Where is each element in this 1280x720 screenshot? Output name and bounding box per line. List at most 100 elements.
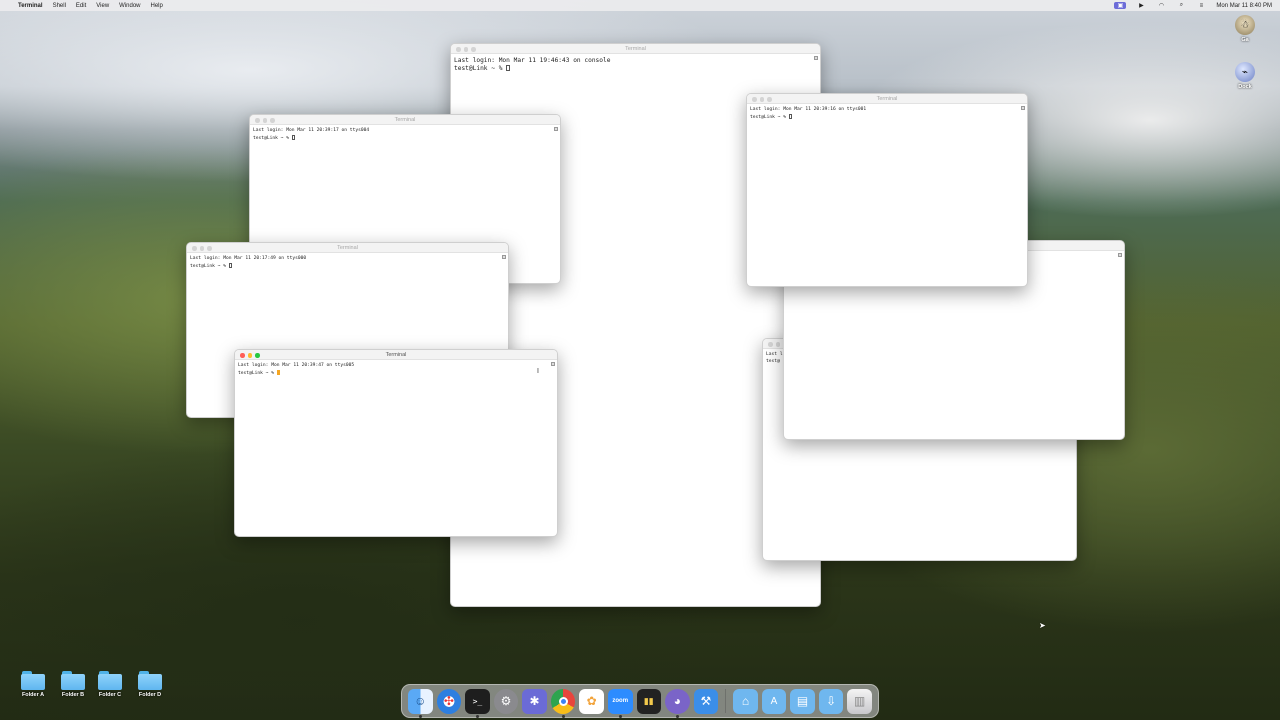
window-titlebar[interactable]: Terminal bbox=[250, 115, 560, 125]
menu-view[interactable]: View bbox=[96, 3, 109, 9]
minimize-icon[interactable] bbox=[775, 342, 780, 347]
menu-edit[interactable]: Edit bbox=[76, 3, 86, 9]
desktop-folder-a[interactable]: Folder A bbox=[13, 671, 53, 698]
folder-label: Folder D bbox=[138, 692, 162, 698]
terminal-output[interactable]: Last login: Mon Mar 11 20:39:17 on ttys0… bbox=[250, 125, 560, 145]
folder-label: Folder A bbox=[21, 692, 45, 698]
window-titlebar[interactable]: Terminal bbox=[235, 350, 557, 360]
terminal-cursor bbox=[506, 65, 511, 71]
close-icon[interactable] bbox=[255, 118, 260, 123]
desktop-folder-b[interactable]: Folder B bbox=[53, 671, 93, 698]
scroll-indicator[interactable] bbox=[1021, 106, 1025, 110]
minimize-icon[interactable] bbox=[262, 118, 267, 123]
screen-mirroring-icon[interactable]: ▣ bbox=[1114, 2, 1127, 9]
zoom-icon[interactable]: zoom bbox=[607, 688, 633, 718]
menu-help[interactable]: Help bbox=[151, 3, 163, 9]
menu-clock[interactable]: Mon Mar 11 8:40 PM bbox=[1216, 3, 1272, 9]
wifi-icon[interactable]: ◠ bbox=[1156, 2, 1166, 9]
photos-icon[interactable]: ✿ bbox=[579, 688, 604, 714]
close-icon[interactable] bbox=[456, 47, 461, 52]
trash-icon[interactable]: ▥ bbox=[847, 688, 872, 714]
media-icon[interactable]: ▶ bbox=[1136, 2, 1146, 9]
close-icon[interactable] bbox=[240, 353, 245, 358]
ibeam-cursor-icon: I bbox=[537, 368, 539, 375]
zoom-icon[interactable] bbox=[207, 246, 212, 251]
scroll-indicator[interactable] bbox=[814, 56, 818, 60]
desktop-item-label: Dock bbox=[1238, 84, 1252, 90]
documents-folder-icon[interactable]: ▤ bbox=[790, 688, 815, 714]
terminal-output[interactable]: Last login: Mon Mar 11 20:17:49 on ttys0… bbox=[187, 253, 508, 273]
chrome-icon[interactable] bbox=[550, 688, 576, 718]
close-icon[interactable] bbox=[752, 97, 757, 102]
close-icon[interactable] bbox=[768, 342, 773, 347]
scroll-indicator[interactable] bbox=[502, 255, 506, 259]
last-login-line: Last login: Mon Mar 11 19:46:43 on conso… bbox=[454, 57, 611, 64]
xcode-icon[interactable]: ⚒ bbox=[693, 688, 719, 714]
desktop-folder-d[interactable]: Folder D bbox=[130, 671, 170, 698]
safari-icon[interactable]: ✣ bbox=[436, 688, 462, 714]
terminal-cursor bbox=[291, 134, 295, 140]
dock: ☺ ✣ >_ ⚙ ✱ ✿ zoom ▮▮ ◕ ⚒ ⌂ A ▤ ⇩ ▥ bbox=[401, 684, 879, 718]
scroll-indicator[interactable] bbox=[554, 127, 558, 131]
disk-icon: ⌁ bbox=[1235, 62, 1255, 82]
audio-icon[interactable]: ▮▮ bbox=[636, 688, 662, 714]
folder-icon bbox=[138, 671, 162, 690]
window-title: Terminal bbox=[337, 244, 358, 251]
folder-label: Folder B bbox=[61, 692, 85, 698]
search-icon[interactable]: ⌕ bbox=[1176, 2, 1186, 9]
applications-folder-icon[interactable]: A bbox=[761, 688, 787, 714]
terminal-output[interactable]: Last login: Mon Mar 11 19:46:43 on conso… bbox=[451, 54, 820, 76]
minimize-icon[interactable] bbox=[463, 47, 468, 52]
terminal-window-ttys001[interactable]: Terminal Last login: Mon Mar 11 20:39:16… bbox=[746, 93, 1028, 287]
zoom-icon[interactable] bbox=[767, 97, 772, 102]
window-title: Terminal bbox=[625, 45, 646, 52]
terminal-cursor bbox=[228, 262, 232, 268]
desktop-folder-c[interactable]: Folder C bbox=[90, 671, 130, 698]
terminal-cursor bbox=[788, 113, 792, 119]
folder-icon bbox=[98, 671, 122, 690]
window-titlebar[interactable]: Terminal bbox=[451, 44, 820, 54]
terminal-window-ttys005[interactable]: Terminal Last login: Mon Mar 11 20:39:47… bbox=[234, 349, 558, 537]
prompt-line: test@Link ~ % bbox=[253, 135, 292, 141]
window-titlebar[interactable]: Terminal bbox=[187, 243, 508, 253]
terminal-output[interactable]: Last login: Mon Mar 11 20:39:47 on ttys0… bbox=[235, 360, 557, 380]
window-title: Terminal bbox=[394, 116, 416, 123]
folder-icon bbox=[61, 671, 85, 690]
window-titlebar[interactable]: Terminal bbox=[747, 94, 1027, 104]
control-center-icon[interactable]: ≡ bbox=[1196, 2, 1206, 9]
scroll-indicator[interactable] bbox=[1118, 253, 1122, 257]
prompt-line: test@Link ~ % bbox=[190, 263, 229, 269]
zoom-icon[interactable] bbox=[255, 353, 260, 358]
desktop-item-label: Ga bbox=[1241, 37, 1249, 43]
terminal-output[interactable]: Last login: Mon Mar 11 20:39:16 on ttys0… bbox=[747, 104, 1027, 124]
desktop-item-ga[interactable]: ☃ Ga bbox=[1225, 15, 1265, 43]
desktop-item-dock[interactable]: ⌁ Dock bbox=[1225, 62, 1265, 90]
window-title: Terminal bbox=[385, 351, 407, 358]
minimize-icon[interactable] bbox=[247, 353, 252, 358]
prompt-line: test@Link ~ % bbox=[238, 370, 277, 376]
terminal-cursor bbox=[276, 369, 280, 375]
scroll-indicator[interactable] bbox=[551, 362, 555, 366]
minimize-icon[interactable] bbox=[199, 246, 204, 251]
prompt-line: test@Link ~ % bbox=[750, 114, 789, 120]
zoom-icon[interactable] bbox=[471, 47, 476, 52]
minimize-icon[interactable] bbox=[759, 97, 764, 102]
zoom-icon[interactable] bbox=[270, 118, 275, 123]
character-icon: ☃ bbox=[1235, 15, 1255, 35]
terminal-icon[interactable]: >_ bbox=[465, 688, 490, 718]
close-icon[interactable] bbox=[192, 246, 197, 251]
folder-icon bbox=[21, 671, 45, 690]
folder-label: Folder C bbox=[98, 692, 122, 698]
prompt-line: test@Link ~ % bbox=[454, 65, 507, 72]
system-settings-icon[interactable]: ⚙ bbox=[493, 688, 519, 714]
menu-shell[interactable]: Shell bbox=[53, 3, 66, 9]
finder-icon[interactable]: ☺ bbox=[408, 688, 433, 718]
window-title: Terminal bbox=[876, 95, 898, 102]
home-folder-icon[interactable]: ⌂ bbox=[733, 688, 758, 714]
instruments-icon[interactable]: ✱ bbox=[522, 688, 547, 714]
menu-app-name[interactable]: Terminal bbox=[18, 3, 43, 9]
elephant-app-icon[interactable]: ◕ bbox=[665, 688, 690, 718]
menu-window[interactable]: Window bbox=[119, 3, 140, 9]
menu-bar: Terminal Shell Edit View Window Help ▣ ▶… bbox=[0, 0, 1280, 11]
downloads-folder-icon[interactable]: ⇩ bbox=[818, 688, 844, 714]
